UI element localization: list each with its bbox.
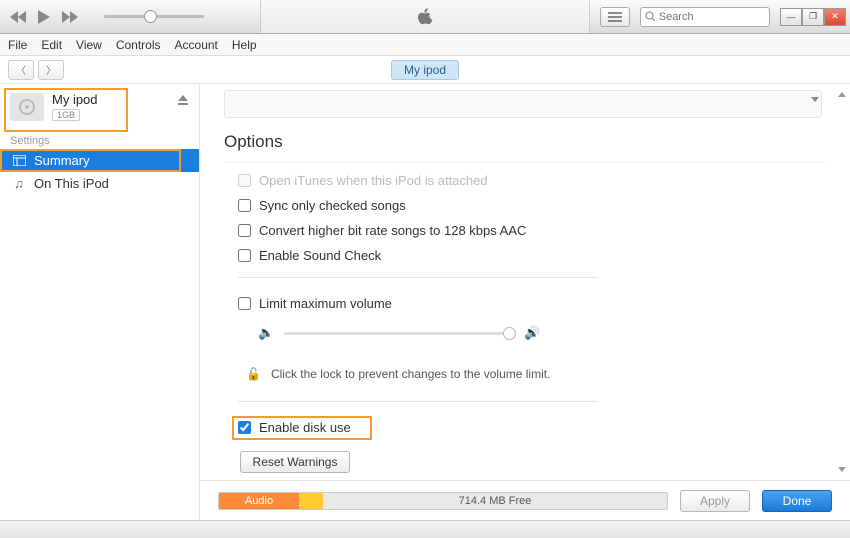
lock-icon[interactable]: 🔓	[246, 367, 261, 381]
reset-warnings-button[interactable]: Reset Warnings	[240, 451, 350, 473]
maximize-button[interactable]: ❐	[802, 8, 824, 26]
playback-controls	[0, 8, 204, 26]
nav-forward-button[interactable]: 〉	[38, 60, 64, 80]
menu-help[interactable]: Help	[232, 38, 257, 52]
device-row[interactable]: My ipod 1GB	[0, 84, 199, 131]
checkbox-limit-volume[interactable]	[238, 297, 251, 310]
content-panel: Options Open iTunes when this iPod is at…	[200, 84, 850, 520]
opt-enable-disk[interactable]: Enable disk use	[238, 420, 826, 435]
list-view-button[interactable]	[600, 7, 630, 27]
nav-row: 〈 〉 My ipod	[0, 56, 850, 84]
bottom-bar: Audio 714.4 MB Free Apply Done	[200, 480, 850, 520]
sidebar-item-label: On This iPod	[34, 176, 109, 191]
sidebar-item-label: Summary	[34, 153, 90, 168]
checkbox-sound-check[interactable]	[238, 249, 251, 262]
location-chip[interactable]: My ipod	[391, 60, 459, 80]
search-field[interactable]	[640, 7, 770, 27]
device-name: My ipod	[52, 92, 98, 107]
options-list: Open iTunes when this iPod is attached S…	[224, 162, 826, 477]
done-button[interactable]: Done	[762, 490, 832, 512]
options-title: Options	[224, 132, 826, 152]
sidebar-item-onthisipod[interactable]: ♫ On This iPod	[0, 172, 199, 195]
search-icon	[645, 11, 655, 22]
sidebar: My ipod 1GB Settings Summary ♫ On This i…	[0, 84, 200, 520]
volume-limit-track[interactable]	[284, 332, 514, 335]
menu-view[interactable]: View	[76, 38, 102, 52]
sidebar-item-summary[interactable]: Summary	[0, 149, 199, 172]
settings-header: Settings	[0, 131, 199, 149]
speaker-high-icon: 🔊	[524, 325, 540, 341]
opt-open-itunes: Open iTunes when this iPod is attached	[238, 173, 826, 188]
now-playing-area	[260, 0, 590, 33]
opt-sync-checked-label: Sync only checked songs	[259, 198, 406, 213]
search-input[interactable]	[659, 11, 765, 23]
prev-button[interactable]	[8, 8, 28, 26]
header-strip	[224, 90, 822, 118]
checkbox-enable-disk[interactable]	[238, 421, 251, 434]
play-button[interactable]	[34, 8, 54, 26]
music-icon: ♫	[12, 176, 26, 191]
capacity-bar: Audio 714.4 MB Free	[218, 492, 668, 510]
device-capacity: 1GB	[52, 109, 80, 121]
lock-row: 🔓 Click the lock to prevent changes to t…	[246, 367, 826, 381]
lock-text: Click the lock to prevent changes to the…	[271, 367, 550, 381]
eject-button[interactable]	[177, 94, 189, 109]
menu-file[interactable]: File	[8, 38, 27, 52]
apple-logo-icon	[417, 8, 433, 26]
toolbar: — ❐ ✕	[0, 0, 850, 34]
minimize-button[interactable]: —	[780, 8, 802, 26]
opt-sound-check-label: Enable Sound Check	[259, 248, 381, 263]
menu-bar: File Edit View Controls Account Help	[0, 34, 850, 56]
highlight-summary	[0, 149, 181, 172]
volume-slider[interactable]	[104, 15, 204, 18]
checkbox-open-itunes	[238, 174, 251, 187]
volume-limit-slider: 🔈 🔊	[258, 325, 826, 341]
window-footer	[0, 520, 850, 538]
menu-account[interactable]: Account	[175, 38, 218, 52]
next-button[interactable]	[60, 8, 80, 26]
summary-icon	[12, 155, 26, 166]
opt-open-itunes-label: Open iTunes when this iPod is attached	[259, 173, 488, 188]
capacity-audio: Audio	[219, 493, 299, 509]
checkbox-convert[interactable]	[238, 224, 251, 237]
capacity-free: 714.4 MB Free	[323, 493, 667, 509]
menu-edit[interactable]: Edit	[41, 38, 62, 52]
close-button[interactable]: ✕	[824, 8, 846, 26]
opt-sync-checked[interactable]: Sync only checked songs	[238, 198, 826, 213]
ipod-icon	[10, 93, 44, 121]
opt-enable-disk-label: Enable disk use	[259, 420, 351, 435]
opt-limit-volume-label: Limit maximum volume	[259, 296, 392, 311]
nav-back-button[interactable]: 〈	[8, 60, 34, 80]
speaker-low-icon: 🔈	[258, 325, 274, 341]
capacity-other	[299, 493, 323, 509]
opt-convert-label: Convert higher bit rate songs to 128 kbp…	[259, 223, 526, 238]
opt-convert[interactable]: Convert higher bit rate songs to 128 kbp…	[238, 223, 826, 238]
menu-controls[interactable]: Controls	[116, 38, 161, 52]
window-controls: — ❐ ✕	[780, 8, 846, 26]
opt-limit-volume[interactable]: Limit maximum volume	[238, 296, 826, 311]
opt-sound-check[interactable]: Enable Sound Check	[238, 248, 826, 263]
scrollbar[interactable]	[836, 92, 846, 472]
checkbox-sync-checked[interactable]	[238, 199, 251, 212]
apply-button[interactable]: Apply	[680, 490, 750, 512]
